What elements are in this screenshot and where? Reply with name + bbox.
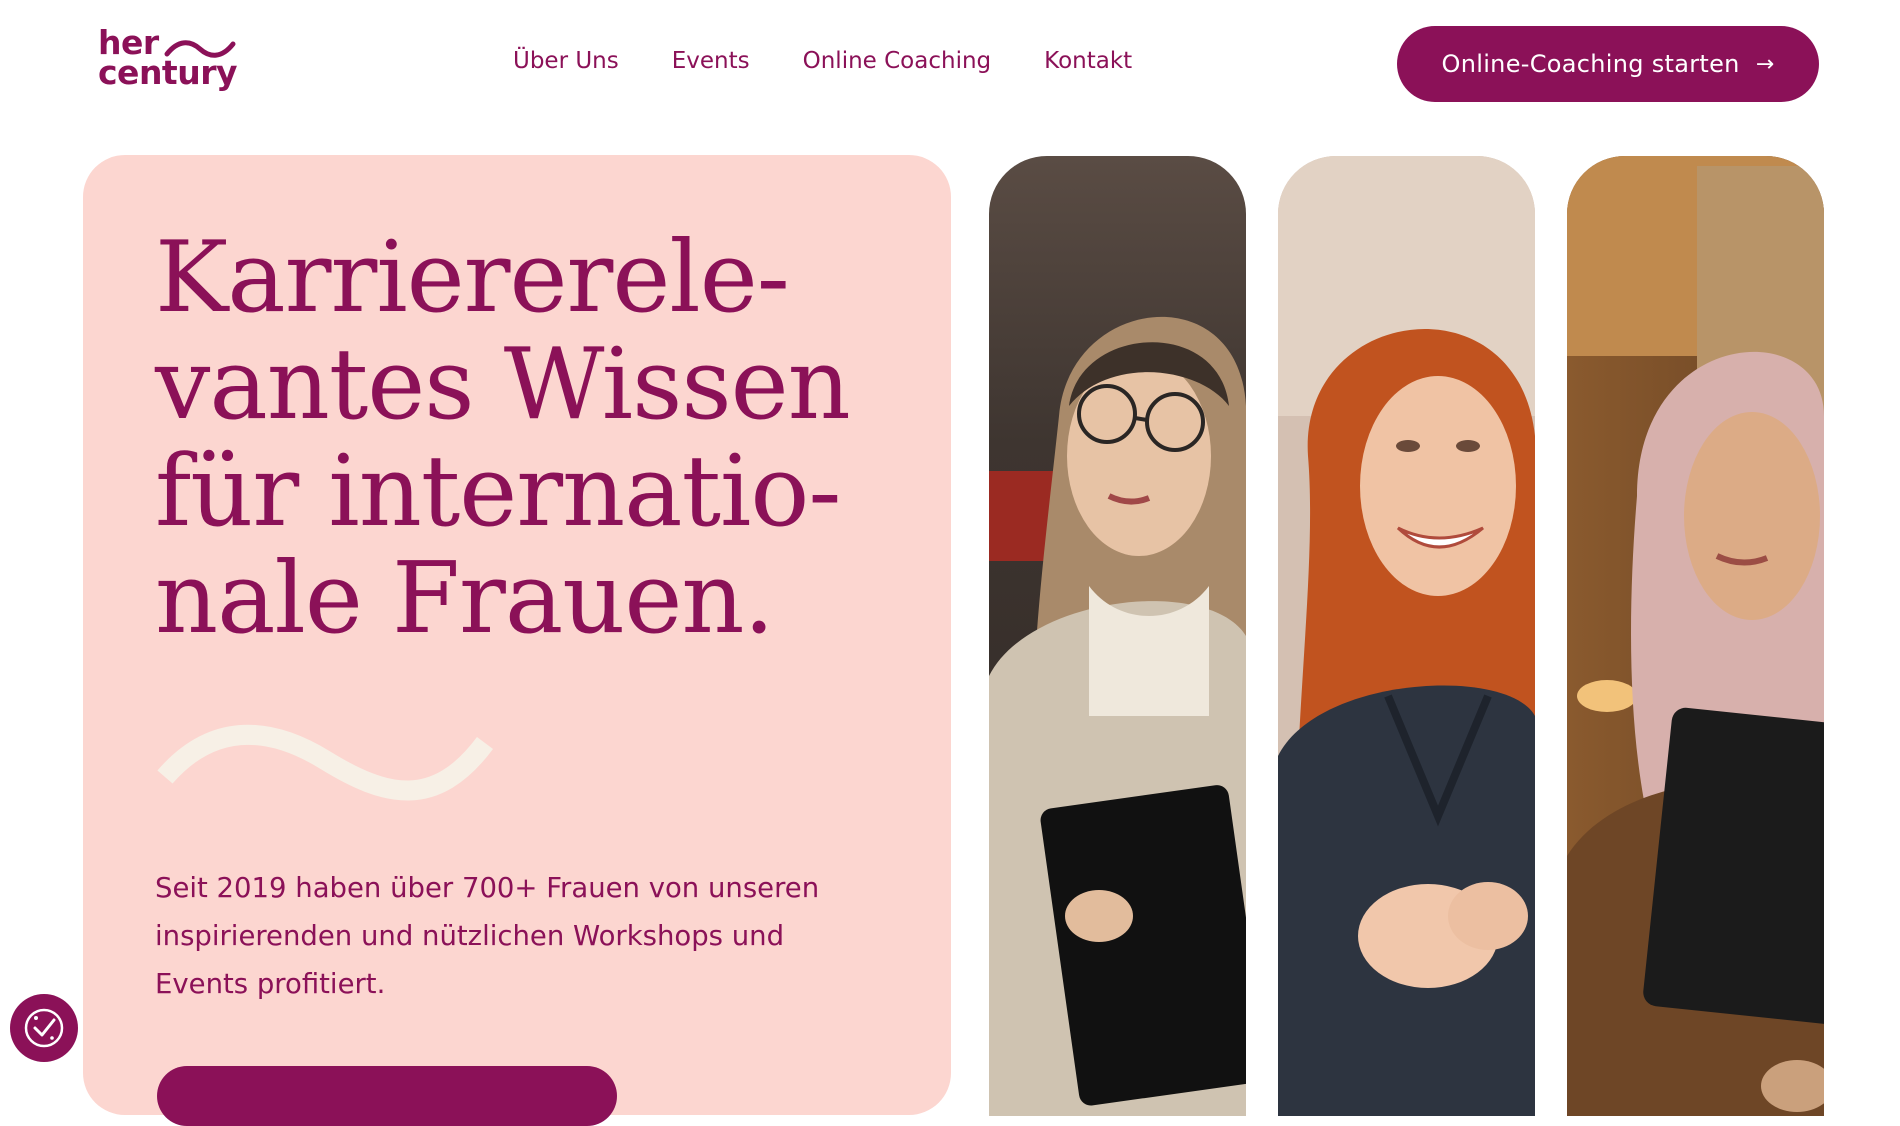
smiling-redhead-woman-photo	[1278, 156, 1535, 1116]
start-coaching-label: Online-Coaching starten	[1441, 50, 1740, 78]
woman-in-hijab-with-tablet-photo	[1567, 156, 1824, 1116]
nav-item-events[interactable]: Events	[672, 48, 750, 74]
cookie-check-icon	[24, 1008, 64, 1048]
logo-line-century: century	[98, 53, 238, 92]
site-header: her century Über Uns Events Online Coach…	[0, 0, 1900, 130]
lead-line: inspirierenden und nützlichen Workshops …	[155, 920, 785, 952]
main-nav: Über Uns Events Online Coaching Kontakt	[513, 48, 1185, 74]
hero-headline: Karrierere­le- vantes Wissen für interna…	[155, 225, 915, 653]
nav-item-kontakt[interactable]: Kontakt	[1044, 48, 1132, 74]
logo-wave-icon	[164, 40, 236, 58]
headline-line: nale Frauen.	[155, 542, 775, 656]
hero-lead-text: Seit 2019 haben über 700+ Frauen von uns…	[155, 864, 895, 1008]
cookie-consent-icon[interactable]	[10, 994, 78, 1062]
headline-line: Karrierere­le-	[155, 221, 790, 335]
headline-line: für internatio-	[155, 435, 841, 549]
headline-line: vantes Wissen	[155, 328, 851, 442]
lead-line: Seit 2019 haben über 700+ Frauen von uns…	[155, 872, 820, 904]
nav-item-online-coaching[interactable]: Online Coaching	[803, 48, 992, 74]
nav-item-ueber-uns[interactable]: Über Uns	[513, 48, 619, 74]
woman-with-glasses-laptop-photo	[989, 156, 1246, 1116]
lead-line: Events profitiert.	[155, 968, 386, 1000]
start-coaching-button[interactable]: Online-Coaching starten →	[1397, 26, 1819, 102]
brand-logo[interactable]: her century	[98, 26, 248, 100]
hero-cta-button[interactable]	[157, 1066, 617, 1126]
arrow-right-icon: →	[1755, 51, 1775, 77]
decorative-wave-icon	[157, 724, 494, 801]
